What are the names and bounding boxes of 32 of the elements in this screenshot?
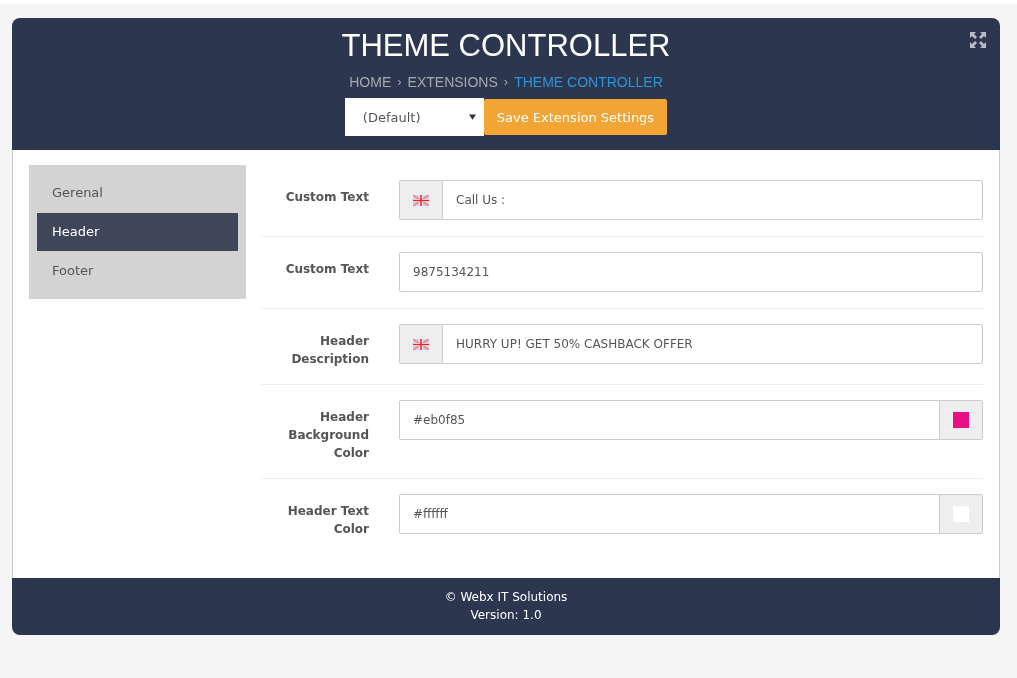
breadcrumb-link[interactable]: THEME CONTROLLER [514, 74, 663, 90]
sidebar-item[interactable]: Header [37, 213, 238, 251]
color-addon[interactable] [939, 401, 982, 439]
field-value: #ffffff [412, 506, 449, 523]
flag-icon [413, 194, 429, 206]
breadcrumb-link[interactable]: HOME [349, 74, 392, 90]
input-field[interactable]: Call Us : [399, 180, 983, 220]
field-value: Call Us : [455, 192, 507, 209]
field-label: Header Text Color [286, 503, 369, 538]
breadcrumb-separator: › [503, 74, 509, 90]
input-field[interactable]: 9875134211 [399, 252, 983, 292]
breadcrumb-link[interactable]: EXTENSIONS [407, 74, 498, 90]
field-label: Header Background Color [287, 409, 369, 462]
input-field[interactable]: #eb0f85 [399, 400, 983, 440]
copyright-text: © Webx IT Solutions [443, 589, 569, 606]
sidebar-item[interactable]: Gerenal [37, 174, 238, 212]
caret-icon [468, 114, 476, 120]
input-field[interactable]: HURRY UP! GET 50% CASHBACK OFFER [399, 324, 983, 364]
version-text: Version: 1.0 [469, 607, 543, 624]
input-field[interactable]: #ffffff [399, 494, 983, 534]
field-value: #eb0f85 [412, 412, 467, 429]
flag-icon [413, 338, 429, 350]
field-label: Custom Text [284, 189, 369, 206]
color-addon[interactable] [939, 495, 982, 533]
sidebar-item[interactable]: Footer [37, 252, 238, 290]
expand-icon[interactable] [970, 32, 986, 48]
store-select[interactable]: (Default) [344, 98, 484, 136]
breadcrumb-separator: › [397, 74, 402, 90]
page-title: THEME CONTROLLER [341, 27, 671, 65]
field-value: HURRY UP! GET 50% CASHBACK OFFER [455, 336, 694, 353]
field-label: Custom Text [284, 261, 369, 278]
field-label: Header Description [290, 333, 369, 368]
